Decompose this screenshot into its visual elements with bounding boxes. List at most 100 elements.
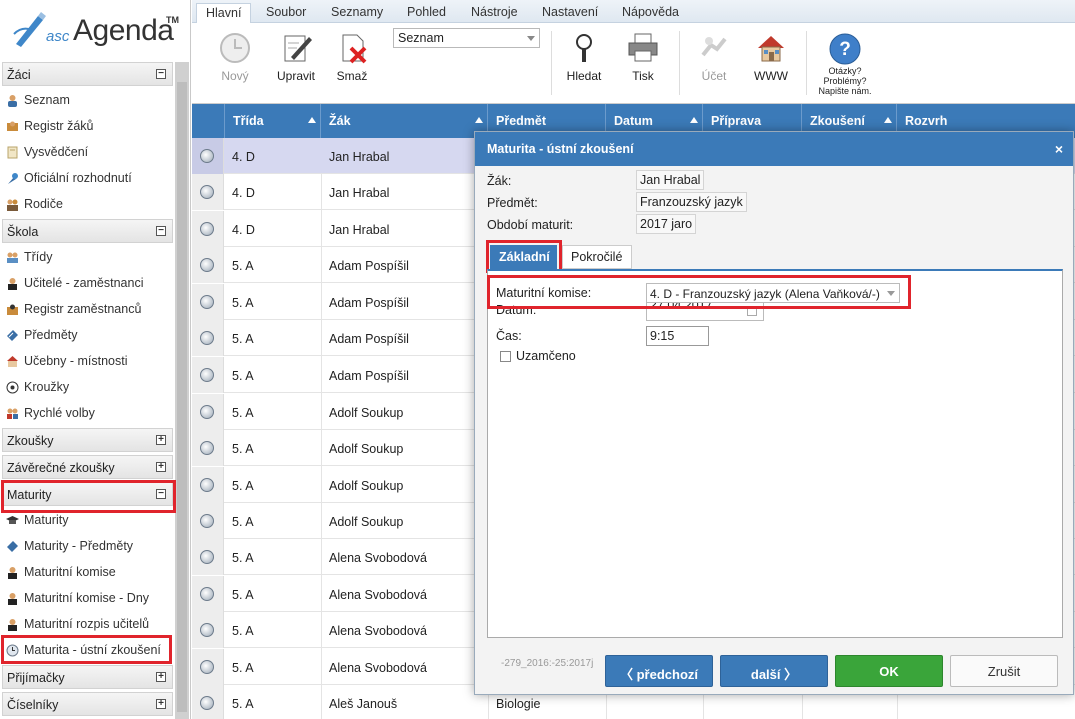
- row-icon-cell: [192, 467, 224, 503]
- collapse-icon[interactable]: −: [156, 69, 166, 79]
- delete-button[interactable]: Smaž: [330, 23, 374, 104]
- expand-icon[interactable]: +: [156, 672, 166, 682]
- sidebar-item-maturitni-komise[interactable]: Maturitní komise: [4, 560, 173, 584]
- help-question-icon: ?: [829, 33, 861, 65]
- toolbar-divider: [806, 31, 807, 95]
- sidebar-item-vysvedceni[interactable]: Vysvědčení: [4, 140, 173, 164]
- view-select[interactable]: Seznam: [393, 28, 540, 48]
- column-header-zak[interactable]: Žák: [321, 104, 488, 138]
- classroom-icon: [7, 356, 18, 367]
- column-header-trida[interactable]: Třída: [225, 104, 321, 138]
- row-icon-cell: [192, 430, 224, 466]
- certificate-icon: [7, 146, 18, 159]
- sidebar-item-label: Registr zaměstnanců: [24, 302, 142, 316]
- time-input[interactable]: 9:15: [646, 326, 709, 346]
- new-label: Nový: [221, 69, 249, 83]
- cancel-button[interactable]: Zrušit: [950, 655, 1058, 687]
- previous-button[interactable]: 〈 předchozí: [605, 655, 713, 687]
- row-icon-cell: [192, 320, 224, 356]
- cell-class: 5. A: [232, 479, 254, 493]
- sidebar-item-rychle-volby[interactable]: Rychlé volby: [4, 401, 173, 425]
- sort-arrow-icon: [308, 117, 316, 123]
- cell-class: 4. D: [232, 186, 255, 200]
- section-zaverecne-zkousky[interactable]: Závěrečné zkoušky +: [2, 455, 173, 479]
- section-skola[interactable]: Škola −: [2, 219, 173, 243]
- home-icon: [758, 36, 784, 62]
- sidebar-item-label: Oficiální rozhodnutí: [24, 171, 132, 185]
- new-button[interactable]: Nový: [212, 23, 258, 104]
- help-button[interactable]: ? Otázky? Problémy? Napište nám.: [812, 23, 878, 104]
- sidebar-item-predmety[interactable]: Předměty: [4, 323, 173, 347]
- sidebar-item-maturitni-komise-dny[interactable]: Maturitní komise - Dny: [4, 586, 173, 610]
- section-zkousky[interactable]: Zkoušky +: [2, 428, 173, 452]
- clock-icon: [200, 222, 214, 236]
- row-icon-cell: [192, 394, 224, 430]
- teacher-icon: [8, 567, 17, 579]
- section-zaci[interactable]: Žáci −: [2, 62, 173, 86]
- sidebar-item-tridy[interactable]: Třídy: [4, 245, 173, 269]
- sidebar-item-oficialni-rozhodnuti[interactable]: Oficiální rozhodnutí: [4, 166, 173, 190]
- account-button[interactable]: Účet: [692, 23, 736, 104]
- sidebar-item-registr-zaku[interactable]: Registr žáků: [4, 114, 173, 138]
- tab-seznamy[interactable]: Seznamy: [331, 3, 383, 23]
- clock-icon: [200, 185, 214, 199]
- sidebar-item-maturity-predmety[interactable]: Maturity - Předměty: [4, 534, 173, 558]
- cell-class: 4. D: [232, 150, 255, 164]
- clock-icon: [200, 660, 214, 674]
- cell-class: 5. A: [232, 442, 254, 456]
- expand-icon[interactable]: +: [156, 435, 166, 445]
- student-label: Žák:: [487, 174, 512, 188]
- cell-student: Adam Pospíšil: [329, 259, 409, 273]
- cell-student: Alena Svobodová: [329, 551, 427, 565]
- tab-napoveda[interactable]: Nápověda: [622, 3, 679, 23]
- row-icon-cell: [192, 612, 224, 648]
- sidebar-item-registr-zamestnancu[interactable]: Registr zaměstnanců: [4, 297, 173, 321]
- www-button[interactable]: WWW: [749, 23, 793, 104]
- tab-nastroje[interactable]: Nástroje: [471, 3, 518, 23]
- clock-icon: [200, 587, 214, 601]
- row-icon-cell: [192, 284, 224, 320]
- tab-hlavni[interactable]: Hlavní: [196, 3, 252, 23]
- locked-checkbox[interactable]: [500, 351, 511, 362]
- clock-icon: [200, 478, 214, 492]
- cell-student: Adolf Soukup: [329, 515, 404, 529]
- tab-pohled[interactable]: Pohled: [407, 3, 446, 23]
- registry-icon: [7, 121, 18, 131]
- search-button[interactable]: Hledat: [562, 23, 606, 104]
- section-prijimacky[interactable]: Přijímačky +: [2, 665, 173, 689]
- column-label: Příprava: [711, 114, 762, 128]
- view-select-value: Seznam: [398, 31, 444, 45]
- account-label: Účet: [701, 69, 727, 83]
- tab-nastaveni[interactable]: Nastavení: [542, 3, 598, 23]
- next-button[interactable]: další 〉: [720, 655, 828, 687]
- sidebar-item-maturity[interactable]: Maturity: [4, 508, 173, 532]
- ok-button[interactable]: OK: [835, 655, 943, 687]
- sidebar-item-maturitni-rozpis-ucitelu[interactable]: Maturitní rozpis učitelů: [4, 612, 173, 636]
- row-icon-cell: [192, 503, 224, 539]
- clock-icon: [200, 623, 214, 637]
- toolbar-divider: [679, 31, 680, 95]
- sidebar-scrollbar-thumb[interactable]: [177, 82, 187, 712]
- edit-button[interactable]: Upravit: [270, 23, 322, 104]
- sidebar-item-label: Rychlé volby: [24, 406, 95, 420]
- expand-icon[interactable]: +: [156, 462, 166, 472]
- subject-value: Franzouzský jazyk: [636, 192, 747, 212]
- expand-icon[interactable]: +: [156, 699, 166, 709]
- collapse-icon[interactable]: −: [156, 226, 166, 236]
- print-label: Tisk: [632, 69, 654, 83]
- sidebar-item-ucebny[interactable]: Učebny - místnosti: [4, 349, 173, 373]
- section-ciselniky[interactable]: Číselníky +: [2, 692, 173, 716]
- close-icon[interactable]: ×: [1055, 141, 1063, 157]
- sidebar-item-rodice[interactable]: Rodiče: [4, 192, 173, 216]
- sidebar-item-label: Učitelé - zaměstnanci: [24, 276, 144, 290]
- chevron-right-icon: 〉: [780, 667, 798, 682]
- sidebar-item-seznam[interactable]: Seznam: [4, 88, 173, 112]
- print-button[interactable]: Tisk: [622, 23, 664, 104]
- sidebar-item-krouzky[interactable]: Kroužky: [4, 375, 173, 399]
- clock-icon: [200, 696, 214, 710]
- sidebar-scrollbar[interactable]: [175, 62, 189, 719]
- cell-student: Jan Hrabal: [329, 223, 390, 237]
- tab-soubor[interactable]: Soubor: [266, 3, 306, 23]
- tab-advanced[interactable]: Pokročilé: [562, 245, 632, 269]
- sidebar-item-ucitele[interactable]: Učitelé - zaměstnanci: [4, 271, 173, 295]
